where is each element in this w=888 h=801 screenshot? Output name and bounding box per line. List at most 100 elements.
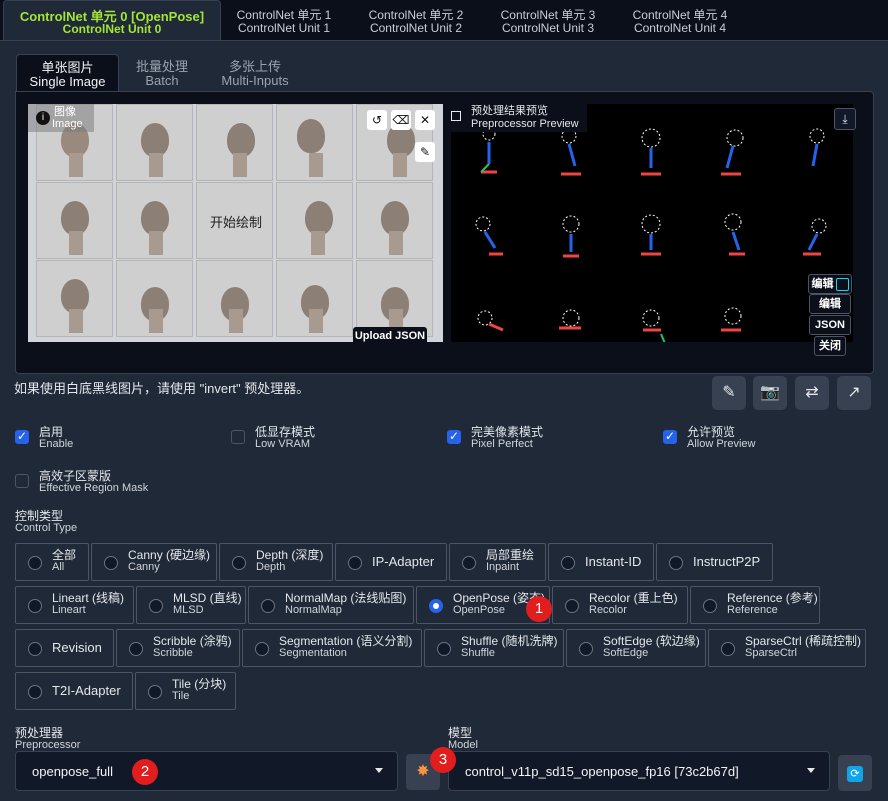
control-type-lineart[interactable]: Lineart (线稿) Lineart — [15, 586, 134, 624]
control-type-revision[interactable]: Revision — [15, 629, 114, 667]
enable-checkbox[interactable] — [15, 429, 29, 444]
control-type-depth-cn: Depth (深度) — [256, 548, 324, 562]
control-type-all[interactable]: 全部 All — [15, 543, 89, 581]
radio-button — [669, 556, 683, 570]
control-type-all-cn: 全部 — [52, 548, 77, 562]
control-type-recolor[interactable]: Recolor (重上色) Recolor — [552, 586, 688, 624]
low-vram-label-cn: 低显存模式 — [255, 425, 316, 439]
edit-button-primary[interactable]: 编辑 — [808, 274, 852, 294]
tab-unit-1[interactable]: ControlNet 单元 1 ControlNet Unit 1 — [225, 0, 343, 40]
radio-button — [28, 599, 42, 613]
image-label-cn: 图像 — [54, 106, 76, 118]
allow-preview-checkbox[interactable] — [663, 429, 677, 444]
radio-button — [28, 556, 42, 570]
image-cell — [196, 104, 273, 181]
image-cell — [116, 182, 193, 259]
image-cell — [36, 182, 113, 259]
pixel-perfect-checkbox[interactable] — [447, 429, 461, 444]
preprocessor-select[interactable]: openpose_full — [15, 751, 398, 791]
tab-unit-2[interactable]: ControlNet 单元 2 ControlNet Unit 2 — [356, 0, 476, 40]
allow-preview-label-cn: 允许预览 — [687, 425, 736, 439]
control-type-sparsectrl-label: SparseCtrl (稀疏控制) SparseCtrl — [745, 635, 861, 659]
control-type-depth-en: Depth — [256, 561, 286, 573]
effective-region-mask-label-en: Effective Region Mask — [39, 482, 149, 494]
radio-button — [104, 556, 118, 570]
control-type-canny-cn: Canny (硬边缘) — [128, 548, 211, 562]
preprocessor-preview — [451, 104, 853, 342]
annotation-badge-1: 1 — [526, 596, 552, 622]
tab-unit-3[interactable]: ControlNet 单元 3 ControlNet Unit 3 — [488, 0, 608, 40]
upload-json-button[interactable]: Upload JSON — [353, 327, 427, 345]
swap-icon[interactable]: ⇄ — [795, 376, 829, 410]
radio-button — [703, 599, 717, 613]
tab-single-image[interactable]: 单张图片 Single Image — [16, 54, 119, 93]
control-type-mlsd[interactable]: MLSD (直线) MLSD — [136, 586, 246, 624]
model-select[interactable]: control_v11p_sd15_openpose_fp16 [73c2b67… — [448, 751, 830, 791]
pixel-perfect-label-en: Pixel Perfect — [471, 438, 533, 450]
tab-multi-inputs[interactable]: 多张上传 Multi-Inputs — [212, 54, 298, 92]
control-type-tile[interactable]: Tile (分块) Tile — [135, 672, 236, 710]
control-type-mlsd-cn: MLSD (直线) — [173, 591, 242, 605]
tab-unit-2-subtitle: ControlNet Unit 2 — [369, 21, 463, 35]
edit-pose-icon — [835, 277, 849, 291]
radio-button — [148, 685, 162, 699]
undo-icon[interactable]: ↺ — [367, 110, 387, 130]
control-type-depth-label: Depth (深度) Depth — [256, 549, 323, 573]
radio-button — [348, 556, 362, 570]
tab-batch[interactable]: 批量处理 Batch — [122, 54, 202, 92]
edit-button[interactable]: 编辑 — [809, 294, 851, 314]
refresh-icon[interactable]: ⟳ — [838, 755, 872, 791]
control-type-softedge[interactable]: SoftEdge (软边缘) SoftEdge — [566, 629, 706, 667]
control-type-scribble[interactable]: Scribble (涂鸦) Scribble — [116, 629, 240, 667]
control-type-instructp2p[interactable]: InstructP2P — [656, 543, 773, 581]
camera-icon[interactable]: 📷 — [753, 376, 787, 410]
pose-skeleton — [703, 124, 763, 194]
json-button[interactable]: JSON — [809, 315, 851, 335]
pixel-perfect-label-cn: 完美像素模式 — [471, 425, 544, 439]
control-type-normalmap[interactable]: NormalMap (法线贴图) NormalMap — [248, 586, 414, 624]
control-type-normalmap-cn: NormalMap (法线贴图) — [285, 591, 407, 605]
chevron-down-icon — [375, 768, 383, 773]
control-type-instant-id[interactable]: Instant-ID — [548, 543, 654, 581]
control-type-shuffle[interactable]: Shuffle (随机洗牌) Shuffle — [424, 629, 564, 667]
control-type-inpaint[interactable]: 局部重绘 Inpaint — [449, 543, 546, 581]
model-label-cn: 模型 — [448, 726, 473, 740]
close-icon[interactable]: ✕ — [415, 110, 435, 130]
control-type-reference[interactable]: Reference (参考) Reference — [690, 586, 820, 624]
preprocessor-label: 预处理器 Preprocessor — [15, 727, 80, 751]
control-type-sparsectrl[interactable]: SparseCtrl (稀疏控制) SparseCtrl — [708, 629, 866, 667]
tab-unit-4[interactable]: ControlNet 单元 4 ControlNet Unit 4 — [620, 0, 740, 40]
send-icon[interactable]: ↗ — [837, 376, 871, 410]
control-type-ip-adapter[interactable]: IP-Adapter — [335, 543, 447, 581]
edit-file-icon[interactable]: ✎ — [712, 376, 746, 410]
control-type-instant-id-cn: Instant-ID — [585, 554, 642, 569]
control-type-shuffle-en: Shuffle — [461, 647, 496, 659]
low-vram-label: 低显存模式 Low VRAM — [255, 426, 315, 450]
control-type-depth[interactable]: Depth (深度) Depth — [219, 543, 333, 581]
pose-skeleton — [621, 204, 681, 274]
control-type-canny[interactable]: Canny (硬边缘) Canny — [91, 543, 217, 581]
radio-button — [462, 556, 476, 570]
tab-unit-0[interactable]: ControlNet 单元 0 [OpenPose] ControlNet Un… — [3, 0, 221, 41]
image-cell — [276, 104, 353, 181]
control-type-revision-cn: Revision — [52, 640, 102, 655]
control-type-segmentation[interactable]: Segmentation (语义分割) Segmentation — [242, 629, 422, 667]
download-icon[interactable]: ⤓ — [834, 108, 856, 130]
preview-icon — [451, 111, 461, 121]
enable-label-cn: 启用 — [39, 425, 64, 439]
radio-button — [28, 642, 42, 656]
radio-button — [255, 642, 269, 656]
control-type-sparsectrl-cn: SparseCtrl (稀疏控制) — [745, 634, 862, 648]
invert-hint: 如果使用白底黑线图片，请使用 "invert" 预处理器。 — [14, 381, 310, 396]
chevron-down-icon — [807, 768, 815, 773]
brush-icon[interactable]: ✎ — [415, 142, 435, 162]
control-type-reference-en: Reference — [727, 604, 778, 616]
effective-region-mask-checkbox[interactable] — [15, 474, 29, 488]
control-type-t2i-adapter[interactable]: T2I-Adapter — [15, 672, 133, 710]
control-type-recolor-cn: Recolor (重上色) — [589, 591, 678, 605]
low-vram-checkbox[interactable] — [231, 430, 245, 444]
radio-button — [129, 642, 143, 656]
close-preview-button[interactable]: 关闭 — [814, 336, 846, 356]
model-label: 模型 Model — [448, 727, 478, 751]
eraser-icon[interactable]: ⌫ — [391, 110, 411, 130]
